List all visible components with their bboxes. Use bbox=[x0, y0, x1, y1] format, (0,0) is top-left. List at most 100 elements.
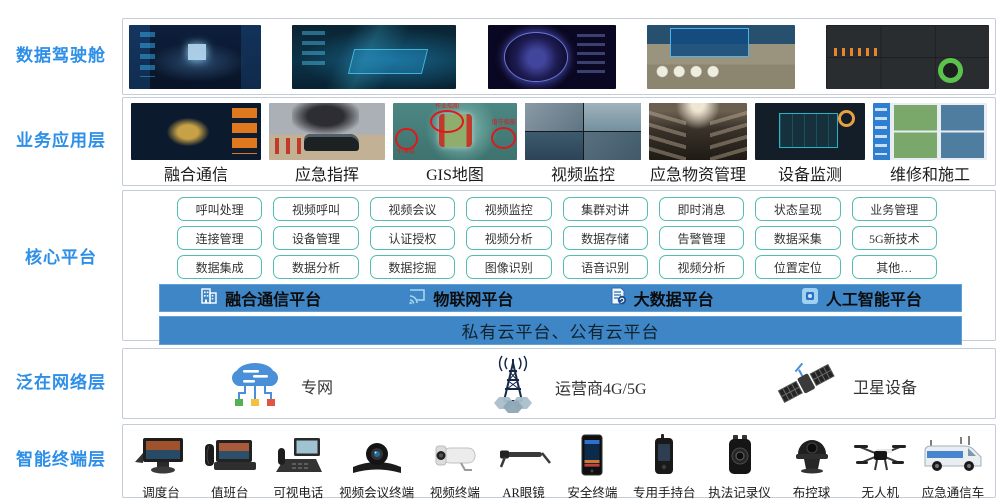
terminal-video-phone: 可视电话 bbox=[270, 436, 326, 500]
cockpit-screen-tank-farm-dashboard bbox=[647, 25, 795, 89]
app-label: 设备监测 bbox=[778, 161, 842, 185]
service-chip: 其他… bbox=[852, 255, 937, 279]
ar-glasses-icon bbox=[496, 436, 552, 481]
app-emergency-command: 应急指挥 bbox=[269, 103, 385, 185]
satellite-icon bbox=[773, 359, 839, 412]
app-label: 应急指挥 bbox=[295, 161, 359, 185]
layer-label-network: 泛在网络层 bbox=[0, 372, 122, 394]
layer-label-business-apps: 业务应用层 bbox=[0, 130, 122, 152]
private-network-cloud-icon bbox=[223, 357, 287, 414]
gis-annotation-label: 值守船舶 bbox=[492, 120, 516, 127]
service-chip: 图像识别 bbox=[466, 255, 551, 279]
service-chip: 连接管理 bbox=[177, 226, 262, 250]
apps-row: 融合通信 应急指挥 作业船舶 值守船舶 小渔船 GIS地图 bbox=[123, 98, 995, 190]
core-services-grid: 呼叫处理 视频呼叫 视频会议 视频监控 集群对讲 即时消息 状态呈现 业务管理 … bbox=[177, 197, 937, 279]
core-platform-section: 呼叫处理 视频呼叫 视频会议 视频监控 集群对讲 即时消息 状态呈现 业务管理 … bbox=[122, 190, 996, 341]
network-carrier: 运营商4G/5G bbox=[485, 355, 647, 418]
service-chip: 位置定位 bbox=[755, 255, 840, 279]
service-chip: 视频监控 bbox=[466, 197, 551, 221]
smartphone-icon bbox=[564, 434, 620, 481]
terminal-bodycam: 执法记录仪 bbox=[708, 434, 771, 500]
terminal-label: 安全终端 bbox=[567, 482, 617, 500]
platform-bigdata: 大数据平台 bbox=[561, 286, 761, 311]
building-icon bbox=[199, 286, 219, 311]
cloud-platform-bar: 私有云平台、公有云平台 bbox=[159, 316, 962, 345]
service-chip: 数据分析 bbox=[273, 255, 358, 279]
terminals-section: 调度台 值班台 bbox=[122, 424, 996, 498]
gis-map-thumbnail: 作业船舶 值守船舶 小渔船 bbox=[393, 103, 517, 160]
layer-label-core-platform: 核心平台 bbox=[0, 247, 122, 269]
service-chip: 视频分析 bbox=[466, 226, 551, 250]
service-chip: 告警管理 bbox=[659, 226, 744, 250]
platform-label: 大数据平台 bbox=[634, 286, 714, 310]
platform-converged-comms: 融合通信平台 bbox=[160, 286, 360, 311]
terminal-duty-console: 值班台 bbox=[202, 436, 258, 500]
equipment-monitoring-thumbnail bbox=[755, 103, 865, 160]
emergency-command-thumbnail bbox=[269, 103, 385, 160]
terminal-dispatch-console: 调度台 bbox=[133, 436, 189, 500]
camera-feed-quadrant bbox=[584, 132, 642, 160]
app-converged-comms: 融合通信 bbox=[131, 103, 261, 185]
terminal-label: 视频终端 bbox=[430, 482, 480, 500]
service-chip: 视频分析 bbox=[659, 255, 744, 279]
app-equipment-monitoring: 设备监测 bbox=[755, 103, 865, 185]
terminal-label: 执法记录仪 bbox=[708, 482, 771, 500]
terminal-conference-camera: 视频会议终端 bbox=[339, 436, 414, 500]
bodycam-icon bbox=[712, 434, 768, 481]
dome-camera-icon bbox=[784, 434, 840, 481]
service-chip: 集群对讲 bbox=[563, 197, 648, 221]
service-chip: 设备管理 bbox=[273, 226, 358, 250]
network-section: 专网 运营商4G/5G bbox=[122, 348, 996, 419]
carrier-tower-icon bbox=[485, 355, 541, 418]
terminal-ar-glasses: AR眼镜 bbox=[496, 436, 552, 500]
app-emergency-supplies: 应急物资管理 bbox=[649, 103, 747, 185]
service-chip: 语音识别 bbox=[563, 255, 648, 279]
bullet-camera-icon bbox=[427, 436, 483, 481]
converged-comms-thumbnail bbox=[131, 103, 261, 160]
network-label: 卫星设备 bbox=[853, 374, 917, 398]
terminal-label: 布控球 bbox=[793, 482, 831, 500]
conference-camera-icon bbox=[349, 436, 405, 481]
drone-icon bbox=[852, 434, 908, 481]
cockpit-screen-globe-dashboard bbox=[488, 25, 616, 89]
platform-label: 人工智能平台 bbox=[826, 286, 922, 310]
terminal-label: AR眼镜 bbox=[502, 482, 544, 500]
platform-iot: 物联网平台 bbox=[360, 286, 560, 311]
handheld-terminal-icon bbox=[636, 434, 692, 481]
business-apps-section: 融合通信 应急指挥 作业船舶 值守船舶 小渔船 GIS地图 bbox=[122, 97, 996, 186]
data-cockpit-section bbox=[122, 18, 996, 95]
warehouse-thumbnail bbox=[649, 103, 747, 160]
app-maintenance-construction: 维修和施工 bbox=[873, 103, 987, 185]
terminal-label: 调度台 bbox=[142, 482, 180, 500]
camera-feed-quadrant bbox=[584, 103, 642, 131]
gis-annotation-circle bbox=[491, 127, 516, 149]
terminal-label: 可视电话 bbox=[273, 482, 323, 500]
app-label: 应急物资管理 bbox=[650, 161, 746, 185]
service-chip: 5G新技术 bbox=[852, 226, 937, 250]
terminal-label: 值班台 bbox=[211, 482, 249, 500]
app-label: 融合通信 bbox=[164, 161, 228, 185]
terminal-label: 专用手持台 bbox=[633, 482, 696, 500]
terminal-bullet-camera: 视频终端 bbox=[427, 436, 483, 500]
duty-console-icon bbox=[202, 436, 258, 481]
service-chip: 数据挖掘 bbox=[370, 255, 455, 279]
service-chip: 数据集成 bbox=[177, 255, 262, 279]
platforms-bar: 融合通信平台 物联网平台 bbox=[159, 284, 962, 312]
dispatch-console-icon bbox=[133, 436, 189, 481]
terminal-handheld: 专用手持台 bbox=[633, 434, 696, 500]
gis-annotation-label: 作业船舶 bbox=[435, 104, 459, 111]
video-phone-icon bbox=[270, 436, 326, 481]
comms-vehicle-icon bbox=[921, 434, 985, 481]
service-chip: 业务管理 bbox=[852, 197, 937, 221]
service-chip: 数据采集 bbox=[755, 226, 840, 250]
service-chip: 呼叫处理 bbox=[177, 197, 262, 221]
platform-ai: 人工智能平台 bbox=[761, 286, 961, 311]
platform-label: 物联网平台 bbox=[433, 286, 513, 310]
terminal-comms-vehicle: 应急通信车 bbox=[921, 434, 985, 500]
maintenance-thumbnail bbox=[873, 103, 987, 160]
cockpit-screens-row bbox=[123, 19, 995, 94]
network-label: 运营商4G/5G bbox=[555, 375, 647, 399]
layer-label-terminals: 智能终端层 bbox=[0, 449, 122, 471]
network-private: 专网 bbox=[223, 357, 333, 414]
service-chip: 认证授权 bbox=[370, 226, 455, 250]
